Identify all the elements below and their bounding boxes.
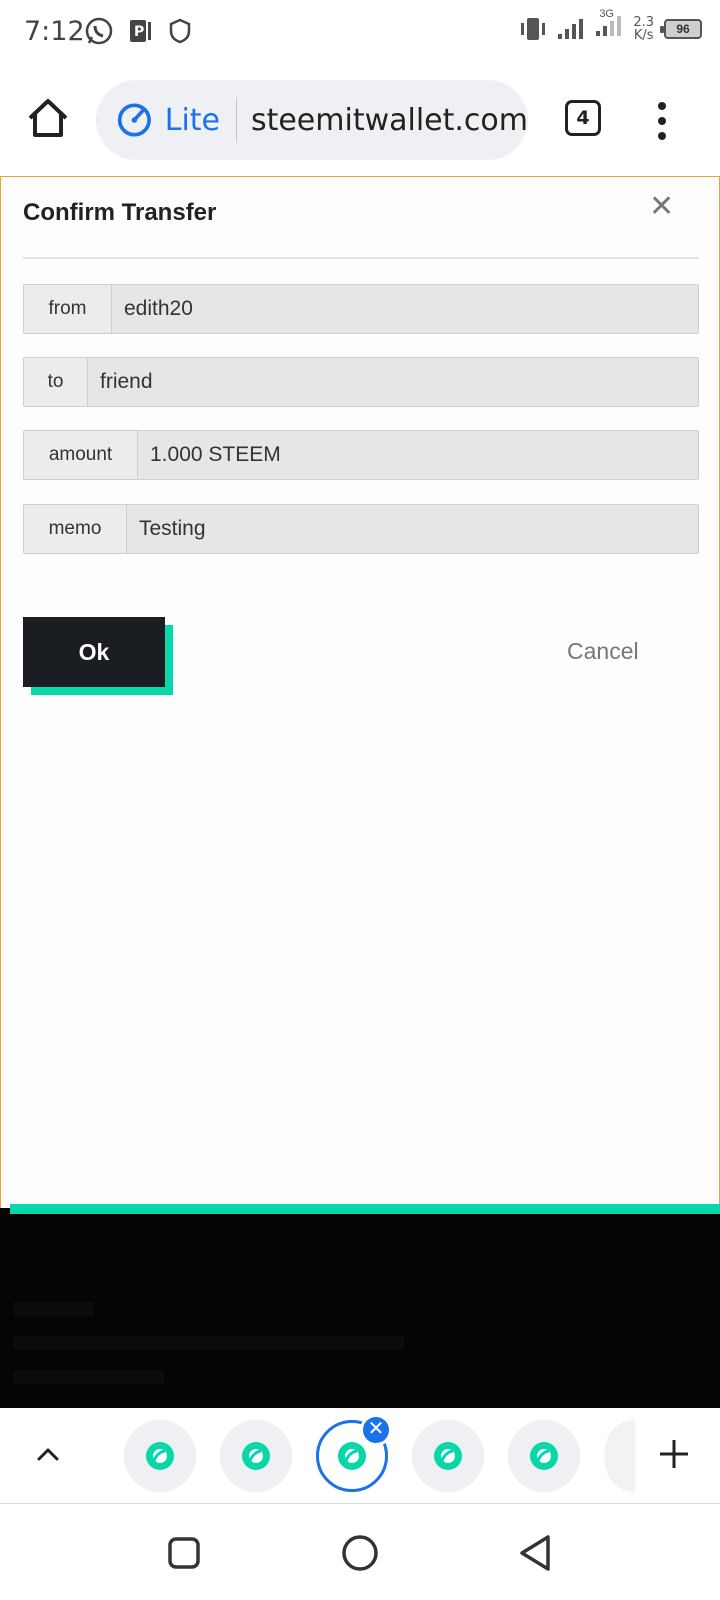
close-icon[interactable]: ✕ [649, 189, 674, 224]
steemit-logo-icon [338, 1442, 366, 1470]
status-bar: 7:12 P 3G 2.3 K/s 96 [0, 0, 720, 66]
tab-thumbnail[interactable] [220, 1420, 292, 1492]
amount-label: amount [24, 431, 138, 479]
speed-unit: K/s [633, 27, 654, 43]
signal-icon [558, 18, 584, 39]
menu-dot [658, 132, 666, 140]
shield-icon [169, 18, 191, 44]
memo-value: Testing [127, 505, 698, 553]
title-divider [23, 257, 699, 259]
battery-icon: 96 [660, 18, 702, 39]
tab-thumbnail-partial[interactable] [605, 1420, 635, 1492]
steemit-logo-icon [530, 1442, 558, 1470]
network-type: 3G [599, 8, 614, 20]
amount-value: 1.000 STEEM [138, 431, 698, 479]
close-tab-icon[interactable]: ✕ [360, 1414, 392, 1446]
home-nav-icon[interactable] [340, 1533, 380, 1573]
tab-switcher-strip: ✕ [0, 1408, 720, 1504]
speed-value: 2.3 [633, 14, 654, 30]
home-icon[interactable] [26, 96, 70, 140]
status-right-icons: 3G 2.3 K/s 96 [519, 8, 702, 43]
amount-field: amount 1.000 STEEM [23, 430, 699, 480]
background-text-placeholder [14, 1336, 404, 1350]
cancel-button[interactable]: Cancel [567, 638, 639, 665]
url-divider [236, 97, 237, 143]
signal-3g-group: 3G [595, 8, 623, 43]
steemit-logo-icon [146, 1442, 174, 1470]
lite-mode-label: Lite [164, 102, 221, 138]
from-label: from [24, 285, 112, 333]
address-bar[interactable]: Lite steemitwallet.com [96, 80, 528, 160]
recents-icon[interactable] [164, 1533, 204, 1573]
plus-icon[interactable] [658, 1438, 690, 1470]
ok-button[interactable]: Ok [23, 617, 165, 687]
tab-count-button[interactable]: 4 [565, 100, 601, 136]
memo-label: memo [24, 505, 127, 553]
browser-toolbar: Lite steemitwallet.com 4 [0, 66, 720, 176]
steemit-logo-icon [242, 1442, 270, 1470]
svg-text:P: P [134, 24, 144, 40]
background-accent-strip [10, 1204, 720, 1214]
to-field: to friend [23, 357, 699, 407]
steemit-logo-icon [434, 1442, 462, 1470]
tab-thumbnail[interactable] [124, 1420, 196, 1492]
lite-speedometer-icon [117, 103, 151, 137]
vibrate-icon [521, 17, 546, 40]
memo-field: memo Testing [23, 504, 699, 554]
background-text-placeholder [14, 1370, 164, 1384]
back-icon[interactable] [516, 1533, 556, 1573]
chevron-up-icon[interactable] [36, 1442, 60, 1466]
to-label: to [24, 358, 88, 406]
menu-dot [658, 102, 666, 110]
parking-icon: P [130, 20, 151, 42]
menu-dot [658, 117, 666, 125]
to-value: friend [88, 358, 698, 406]
system-nav-bar [0, 1505, 720, 1600]
url-text[interactable]: steemitwallet.com [251, 103, 528, 138]
ok-button-wrap: Ok [23, 617, 173, 695]
status-time: 7:12 [24, 16, 85, 47]
from-field: from edith20 [23, 284, 699, 334]
whatsapp-icon [85, 17, 113, 45]
background-text-placeholder [14, 1302, 94, 1316]
status-left-icons: P [84, 16, 192, 46]
more-menu-icon[interactable] [654, 102, 670, 140]
from-value: edith20 [112, 285, 698, 333]
dialog-title: Confirm Transfer [23, 199, 217, 226]
network-speed: 2.3 K/s [633, 16, 654, 42]
tab-thumbnail[interactable] [508, 1420, 580, 1492]
tab-thumbnail[interactable] [412, 1420, 484, 1492]
